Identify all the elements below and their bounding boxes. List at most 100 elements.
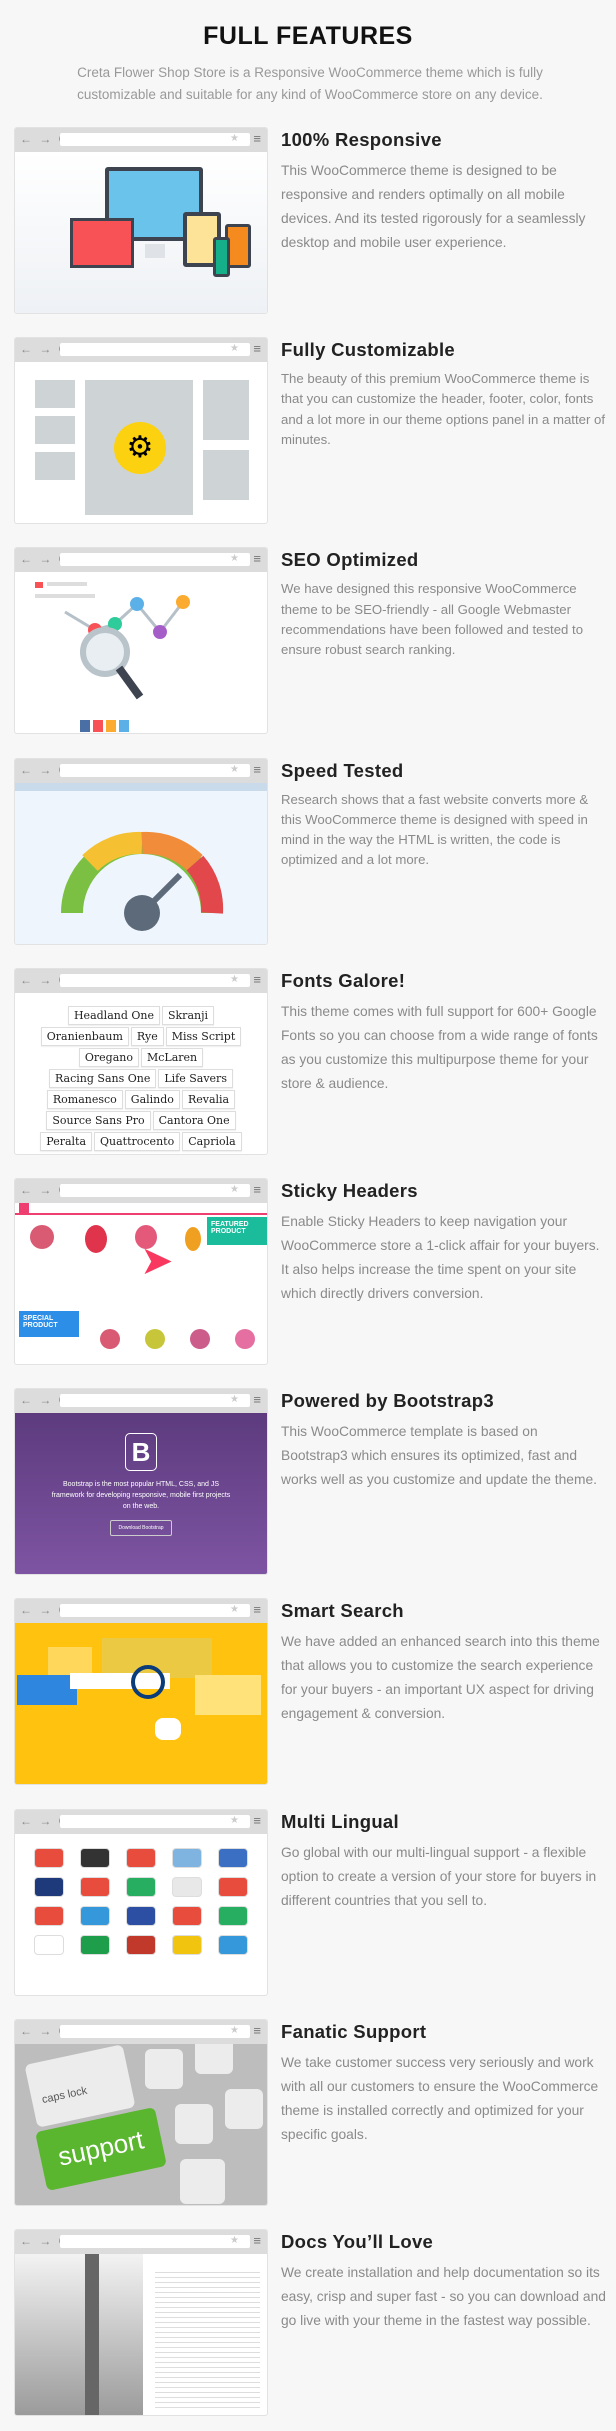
flag-icon [218,1847,248,1868]
font-sample: Galindo [124,1089,180,1109]
flag-icon [34,1905,64,1926]
flag-icon [126,1934,156,1955]
feature-description: We take customer success very seriously … [281,2054,599,2142]
flag-icon [34,1847,64,1868]
star-icon: ★ [230,763,239,775]
font-sample: McLaren [140,1047,204,1067]
browser-toolbar: ← → C ★ ≡ [15,968,267,993]
feature-title: Fully Customizable [281,339,455,361]
star-icon: ★ [230,1184,239,1195]
download-bootstrap-button: Download Bootstrap [110,1520,172,1537]
star-icon: ★ [230,1814,239,1826]
feature-description: This theme comes with full support for 6… [281,1003,598,1091]
feature-description: Enable Sticky Headers to keep navigation… [281,1214,600,1301]
address-bar [60,973,250,987]
layout-illustration: ⚙ [15,362,267,523]
feature-section: ← → C ★ ≡ ⚙ Fully Customizable The beaut… [0,337,616,537]
font-sample: Life Savers [158,1068,233,1088]
browser-mockup: ← → C ★ ≡ [14,2229,268,2416]
menu-icon: ≡ [253,341,261,357]
browser-toolbar: ← → C ★ ≡ [15,1599,267,1624]
feature-description: This WooCommerce template is based on Bo… [281,1424,597,1488]
star-icon: ★ [230,973,239,985]
browser-mockup: ← → C ★ ≡ [14,1598,268,1786]
font-sample: Oregano [78,1047,139,1067]
menu-icon: ≡ [253,971,261,987]
feature-section: ← → C ★ ≡ Smart Search We have added an … [0,1598,616,1798]
flag-icon [80,1905,110,1926]
feature-title: Multi Lingual [281,1810,399,1832]
flags-grid [15,1834,267,1955]
font-sample: Romanesco [46,1089,123,1109]
font-sample: Source Sans Pro [46,1110,151,1130]
feature-description: The beauty of this premium WooCommerce t… [281,371,606,448]
font-sample: Rye [130,1026,164,1046]
browser-mockup: ← → C ★ ≡ ⚙ [14,337,268,525]
page-title: FULL FEATURES [203,22,413,50]
star-icon: ★ [230,1394,239,1406]
sticky-header-illustration: ➤ FEATURED PRODUCT SPECIAL PRODUCT [15,1203,267,1364]
feature-description: This WooCommerce theme is designed to be… [281,163,586,250]
feature-title: Sticky Headers [281,1180,418,1201]
font-sample: Revalia [181,1089,236,1109]
address-bar [60,1604,250,1618]
flag-icon [172,1934,202,1955]
font-sample: Cantora One [152,1110,236,1130]
devices-illustration [15,152,267,313]
star-icon: ★ [230,2235,239,2246]
menu-icon: ≡ [253,131,261,146]
feature-title: SEO Optimized [281,549,419,571]
flag-icon [80,1876,110,1897]
browser-toolbar: ← → C ★ ≡ [15,2230,267,2254]
star-icon: ★ [230,1604,239,1616]
menu-icon: ≡ [253,1812,261,1828]
menu-icon: ≡ [253,761,261,777]
feature-section: ← → C ★ ≡ B Bootstrap is the most popula… [0,1388,616,1588]
gear-icon: ⚙ [114,422,166,475]
address-bar [60,1184,250,1197]
font-sample: Capriola [182,1131,242,1151]
bootstrap-illustration: B Bootstrap is the most popular HTML, CS… [15,1413,267,1575]
browser-toolbar: ← → C ★ ≡ [15,2019,267,2044]
flag-icon [34,1876,64,1897]
browser-mockup: ← → C ★ ≡ [14,127,268,314]
address-bar [60,2235,250,2248]
font-sample: Peralta [40,1131,93,1151]
browser-mockup: ← → C ★ ≡ [14,1808,268,1996]
star-icon: ★ [230,133,239,144]
browser-mockup: ← → C ★ ≡ caps lock support [14,2018,268,2206]
feature-title: Smart Search [281,1600,404,1622]
address-bar [60,343,250,357]
menu-icon: ≡ [253,2022,261,2038]
menu-icon: ≡ [253,1392,261,1408]
feature-section: ← → C ★ ≡ SEO Optimized We have designed… [0,547,616,747]
browser-mockup: ← → C ★ ≡ B Bootstrap is the most popula… [14,1388,268,1576]
font-sample: Skranji [161,1005,215,1025]
feature-title: 100% Responsive [281,129,442,150]
feature-description: We have designed this responsive WooComm… [281,581,584,658]
menu-icon: ≡ [253,1602,261,1618]
star-icon: ★ [230,553,239,565]
bootstrap-logo: B [125,1433,157,1472]
menu-icon: ≡ [253,1182,261,1197]
feature-title: Powered by Bootstrap3 [281,1390,494,1412]
keyboard-illustration: caps lock support [15,2043,267,2205]
intro-text: Creta Flower Shop Store is a Responsive … [77,65,543,102]
star-icon: ★ [230,2024,239,2036]
flag-icon [34,1934,64,1955]
search-illustration [15,1623,267,1785]
flag-icon [172,1905,202,1926]
flag-icon [172,1876,202,1897]
browser-toolbar: ← → C ★ ≡ [15,1389,267,1414]
feature-description: We create installation and help document… [281,2265,606,2328]
docs-illustration [15,2254,267,2415]
address-bar [60,2024,250,2038]
feature-description: Research shows that a fast website conve… [281,791,589,868]
cursor-icon: ➤ [140,1239,174,1283]
browser-toolbar: ← → C ★ ≡ [15,758,267,783]
font-sample: Headland One [67,1005,160,1025]
font-sample: Oranienbaum [40,1026,129,1046]
flag-icon [218,1905,248,1926]
font-sample: Miss Script [165,1026,242,1046]
address-bar [60,763,250,777]
